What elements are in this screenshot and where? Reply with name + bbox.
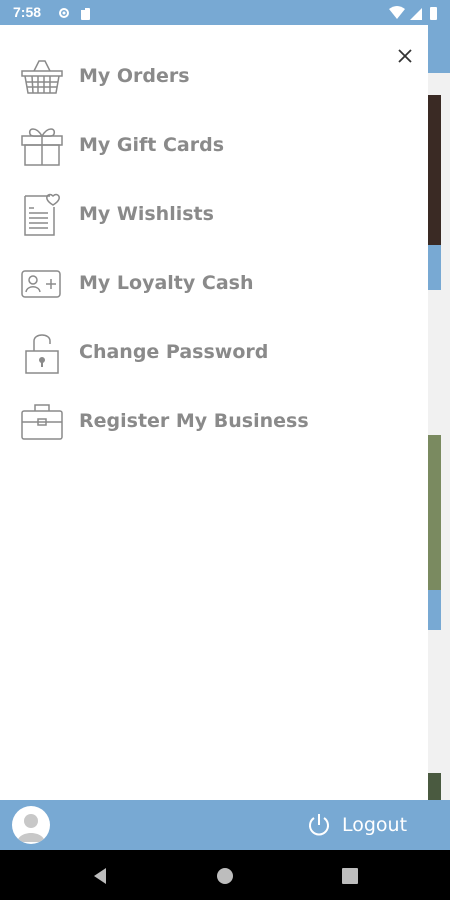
user-avatar-icon xyxy=(17,814,45,842)
status-bar: 7:58 xyxy=(0,0,450,25)
recents-icon[interactable] xyxy=(338,865,362,887)
back-icon[interactable] xyxy=(88,865,112,887)
wifi-icon xyxy=(389,6,405,19)
menu-item-my-wishlists[interactable]: My Wishlists xyxy=(0,185,428,245)
status-time: 7:58 xyxy=(13,4,42,20)
loyalty-card-icon xyxy=(21,270,61,298)
menu-item-label: My Gift Cards xyxy=(79,134,225,156)
avatar[interactable] xyxy=(12,806,50,844)
gift-icon xyxy=(21,128,63,166)
menu-item-label: My Orders xyxy=(79,65,190,87)
navigation-drawer: My Orders My Gift Cards My Wishlists My … xyxy=(0,25,428,800)
menu-item-label: My Wishlists xyxy=(79,203,214,225)
menu-item-change-password[interactable]: Change Password xyxy=(0,323,428,383)
logout-label: Logout xyxy=(342,814,408,836)
unlock-icon xyxy=(25,334,59,374)
background-page xyxy=(428,25,450,800)
signal-icon xyxy=(410,8,422,20)
menu-item-label: Change Password xyxy=(79,341,269,363)
menu-item-label: My Loyalty Cash xyxy=(79,272,254,294)
menu-item-my-orders[interactable]: My Orders xyxy=(0,47,428,107)
menu-item-label: Register My Business xyxy=(79,410,309,432)
bottom-bar: Logout xyxy=(0,800,450,850)
wishlist-icon xyxy=(24,193,60,236)
menu-item-my-gift-cards[interactable]: My Gift Cards xyxy=(0,116,428,176)
status-icons-right xyxy=(388,5,438,25)
system-nav-bar xyxy=(0,850,450,900)
logout-button[interactable]: Logout xyxy=(306,811,407,839)
briefcase-icon xyxy=(21,404,63,440)
home-icon[interactable] xyxy=(213,865,237,887)
settings-icon xyxy=(59,7,90,20)
menu-item-register-my-business[interactable]: Register My Business xyxy=(0,392,428,452)
power-icon xyxy=(309,814,329,836)
status-icons-left xyxy=(57,5,97,25)
menu-item-my-loyalty-cash[interactable]: My Loyalty Cash xyxy=(0,254,428,314)
basket-icon xyxy=(21,60,63,94)
battery-icon xyxy=(430,7,437,20)
